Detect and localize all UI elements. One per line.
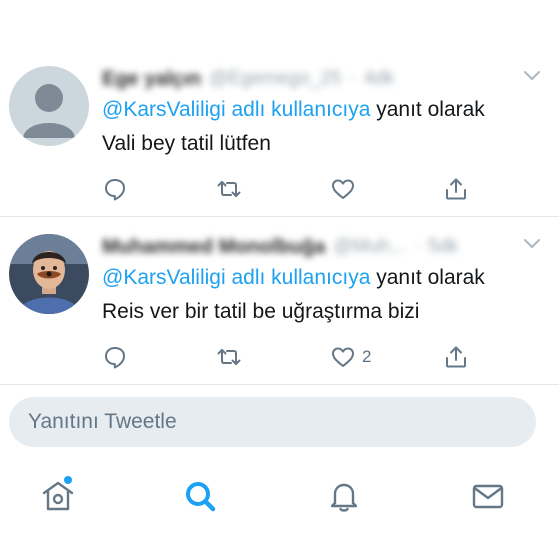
reply-icon xyxy=(105,179,125,201)
divider xyxy=(0,384,559,385)
like-count: 2 xyxy=(362,347,372,366)
tweet-header: Muhammed Monolbuğa @Muh... · 5dk xyxy=(102,234,458,260)
tweet-actions: 2 xyxy=(100,342,480,372)
reply-context: @KarsValiligi adlı kullanıcıya yanıt ola… xyxy=(102,98,485,122)
author-handle[interactable]: @Egemego_25 xyxy=(209,68,341,90)
retweet-button[interactable] xyxy=(216,342,242,372)
tab-messages[interactable] xyxy=(470,478,506,514)
tab-home[interactable] xyxy=(40,476,76,514)
author-name[interactable]: Muhammed Monolbuğa xyxy=(102,236,325,259)
share-button[interactable] xyxy=(443,174,469,204)
reply-suffix-text: yanıt olarak xyxy=(376,98,485,121)
search-icon xyxy=(186,482,216,512)
tweet-text: Vali bey tatil lütfen xyxy=(102,132,271,155)
share-icon xyxy=(446,346,466,368)
heart-icon xyxy=(332,347,354,367)
bottom-tab-bar xyxy=(0,468,559,528)
user-avatar[interactable] xyxy=(9,234,89,314)
retweet-icon xyxy=(217,349,241,365)
home-icon xyxy=(42,481,74,511)
like-button[interactable]: 2 xyxy=(330,342,371,372)
chevron-down-icon[interactable] xyxy=(523,238,541,250)
tweet-actions xyxy=(100,174,480,204)
reply-button[interactable] xyxy=(102,342,128,372)
retweet-icon xyxy=(217,181,241,197)
share-button[interactable] xyxy=(443,342,469,372)
tweet[interactable]: Muhammed Monolbuğa @Muh... · 5dk @KarsVa… xyxy=(0,216,559,384)
separator-dot: · xyxy=(413,236,420,257)
reply-mention-link[interactable]: @KarsValiligi adlı kullanıcıya xyxy=(102,266,370,289)
tweet-time: 4dk xyxy=(363,68,395,89)
reply-placeholder: Yanıtını Tweetle xyxy=(28,410,177,433)
messages-icon xyxy=(472,484,504,509)
reply-mention-link[interactable]: @KarsValiligi adlı kullanıcıya xyxy=(102,98,370,121)
tweet-text: Reis ver bir tatil be uğraştırma bizi xyxy=(102,300,420,323)
like-button[interactable] xyxy=(330,174,362,204)
chevron-down-icon[interactable] xyxy=(523,70,541,82)
share-icon xyxy=(446,178,466,200)
notification-dot xyxy=(64,476,72,484)
tab-search[interactable] xyxy=(182,478,218,514)
reply-button[interactable] xyxy=(102,174,128,204)
default-avatar[interactable] xyxy=(9,66,89,146)
retweet-button[interactable] xyxy=(216,174,242,204)
reply-tweet-input[interactable]: Yanıtını Tweetle xyxy=(9,397,536,447)
author-name[interactable]: Ege yalçın xyxy=(102,68,201,91)
heart-icon xyxy=(332,179,354,199)
separator-dot: · xyxy=(349,68,356,89)
reply-context: @KarsValiligi adlı kullanıcıya yanıt ola… xyxy=(102,266,485,290)
tab-notifications[interactable] xyxy=(326,478,362,514)
tweet-time: 5dk xyxy=(427,236,459,257)
author-handle[interactable]: @Muh... xyxy=(333,236,405,258)
tweet-header: Ege yalçın @Egemego_25 · 4dk xyxy=(102,66,394,92)
tweet[interactable]: Ege yalçın @Egemego_25 · 4dk @KarsValili… xyxy=(0,48,559,216)
reply-icon xyxy=(105,347,125,369)
reply-suffix-text: yanıt olarak xyxy=(376,266,485,289)
notifications-icon xyxy=(330,483,358,512)
